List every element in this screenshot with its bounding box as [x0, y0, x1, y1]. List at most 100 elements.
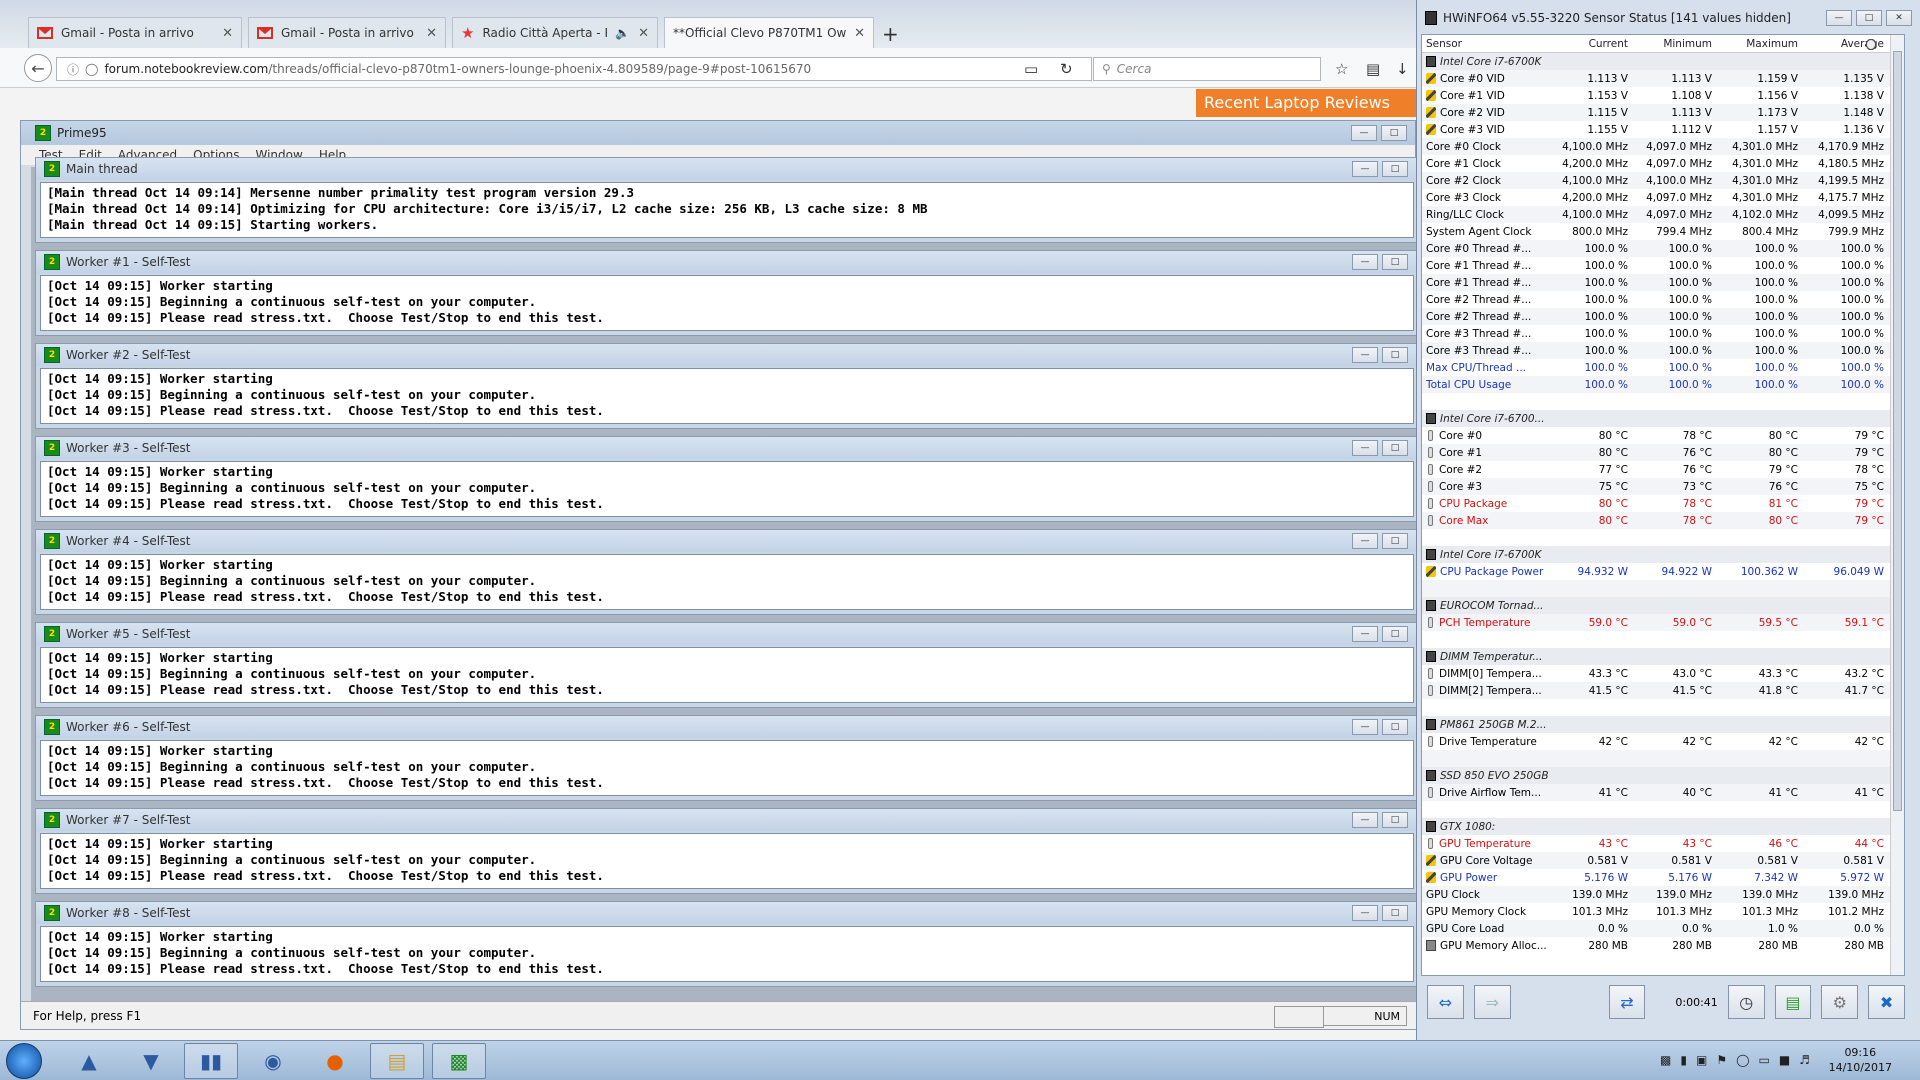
- sensor-row[interactable]: Drive Temperature 42 °C 42 °C 42 °C 42 °C: [1422, 733, 1904, 750]
- sensor-row[interactable]: Core Max 80 °C 78 °C 80 °C 79 °C: [1422, 512, 1904, 529]
- maximize-button[interactable]: □: [1382, 533, 1408, 549]
- sensor-row[interactable]: Core #0 Thread #... 100.0 % 100.0 % 100.0 %…: [1422, 39, 1904, 257]
- minimize-button[interactable]: —: [1352, 905, 1378, 921]
- maximize-button[interactable]: □: [1382, 254, 1408, 270]
- minimize-button[interactable]: —: [1352, 626, 1378, 642]
- bookmark-star-icon[interactable]: ☆: [1335, 60, 1348, 78]
- worker-log[interactable]: [Oct 14 09:15] Worker starting [Oct 14 09…: [40, 554, 1414, 610]
- down-arrow-icon[interactable]: ▼: [124, 1043, 178, 1079]
- minimize-button[interactable]: —: [1352, 812, 1378, 828]
- new-tab-button[interactable]: +: [882, 22, 899, 46]
- sensor-row[interactable]: Core #0 Clock 4,100.0 MHz 4,097.0 MHz 4,301…: [1422, 39, 1904, 155]
- sensor-group-row[interactable]: DIMM Temperatur...: [1422, 648, 1904, 665]
- navigate-disabled-button[interactable]: ⇒: [1473, 985, 1511, 1019]
- tray-volume-icon[interactable]: ♬: [1799, 1053, 1810, 1067]
- sensor-row[interactable]: Core #3 Thread #... 100.0 % 100.0 % 100.0 %…: [1422, 39, 1904, 342]
- sensor-row[interactable]: Core #3 75 °C 73 °C 76 °C 75 °C: [1422, 478, 1904, 495]
- close-tab-icon[interactable]: ✕: [854, 26, 865, 41]
- sensor-row[interactable]: GPU Core Voltage 0.581 V 0.581 V 0.581 V 0.5…: [1422, 852, 1904, 869]
- restore-button[interactable]: □: [1856, 10, 1882, 26]
- library-icon[interactable]: ▤: [1366, 60, 1380, 78]
- tray-flag-icon[interactable]: ⚑: [1716, 1053, 1727, 1067]
- scrollbar-thumb[interactable]: [1893, 51, 1902, 811]
- close-sensors-button[interactable]: ✖: [1868, 985, 1905, 1019]
- sensor-group-row[interactable]: SSD 850 EVO 250GB: [1422, 767, 1904, 784]
- worker-log[interactable]: [Oct 14 09:15] Worker starting [Oct 14 09…: [40, 926, 1414, 982]
- speaker-icon[interactable]: 🔈: [615, 26, 630, 40]
- worker-log[interactable]: [Oct 14 09:15] Worker starting [Oct 14 09…: [40, 275, 1414, 331]
- tray-display-icon[interactable]: ▭: [1759, 1053, 1770, 1067]
- maximize-button[interactable]: □: [1381, 125, 1407, 141]
- reader-view-icon[interactable]: ▭: [1024, 60, 1038, 78]
- close-button[interactable]: ✕: [1886, 10, 1912, 26]
- explorer-icon[interactable]: ▤: [370, 1043, 424, 1079]
- sensor-row[interactable]: Ring/LLC Clock 4,100.0 MHz 4,097.0 MHz 4,10…: [1422, 39, 1904, 223]
- sensor-row[interactable]: Core #0 80 °C 78 °C 80 °C 79 °C: [1422, 427, 1904, 444]
- minimize-button[interactable]: —: [1352, 254, 1378, 270]
- sensor-group-row[interactable]: Intel Core i7-6700...: [1422, 410, 1904, 427]
- close-tab-icon[interactable]: ✕: [638, 26, 649, 41]
- tray-security-icon[interactable]: ◯: [1736, 1053, 1749, 1067]
- prime95-taskbar-icon[interactable]: ▩: [432, 1043, 486, 1079]
- sensor-row[interactable]: PCH Temperature 59.0 °C 59.0 °C 59.5 °C 59.1…: [1422, 614, 1904, 631]
- tray-prime95-icon[interactable]: ▩: [1660, 1053, 1671, 1067]
- column-header[interactable]: Sensor: [1422, 35, 1550, 52]
- close-tab-icon[interactable]: ✕: [426, 26, 437, 41]
- sensor-row[interactable]: Core #1 Thread #... 100.0 % 100.0 % 100.0 %…: [1422, 39, 1904, 274]
- sensor-row[interactable]: CPU Package 80 °C 78 °C 81 °C 79 °C: [1422, 495, 1904, 512]
- minimize-button[interactable]: —: [1826, 10, 1852, 26]
- tray-app-icon[interactable]: ▣: [1696, 1053, 1707, 1067]
- sensor-row[interactable]: DIMM[2] Tempera... 41.5 °C 41.5 °C 41.8 °C 4…: [1422, 682, 1904, 699]
- minimize-button[interactable]: —: [1352, 719, 1378, 735]
- minimize-button[interactable]: —: [1352, 440, 1378, 456]
- chrome-icon[interactable]: ◉: [246, 1043, 300, 1079]
- sensor-row[interactable]: Drive Airflow Tem... 41 °C 40 °C 41 °C 41 °C: [1422, 784, 1904, 801]
- reload-icon[interactable]: ↻: [1060, 60, 1073, 78]
- sensor-row[interactable]: GPU Core Load 0.0 % 0.0 % 1.0 % 0.0 %: [1422, 39, 1904, 937]
- network-icon[interactable]: ⇄: [1608, 985, 1646, 1019]
- sensor-group-row[interactable]: PM861 250GB M.2...: [1422, 716, 1904, 733]
- sensor-row[interactable]: Total CPU Usage 100.0 % 100.0 % 100.0 % 100.…: [1422, 39, 1904, 393]
- vertical-scrollbar[interactable]: [1890, 35, 1904, 975]
- sensor-group-row[interactable]: EUROCOM Tornad...: [1422, 597, 1904, 614]
- worker-log[interactable]: [Oct 14 09:15] Worker starting [Oct 14 09…: [40, 833, 1414, 889]
- worker-log[interactable]: [Oct 14 09:15] Worker starting [Oct 14 09…: [40, 461, 1414, 517]
- minimize-button[interactable]: —: [1352, 533, 1378, 549]
- sensor-row[interactable]: Core #0 VID 1.113 V 1.113 V 1.159 V 1.135 V: [1422, 70, 1904, 87]
- browser-tab[interactable]: ★ Radio Città Aperta - Radi 🔈 ✕: [452, 17, 658, 48]
- sensor-row[interactable]: GPU Clock 139.0 MHz 139.0 MHz 139.0 MHz 139.…: [1422, 39, 1904, 903]
- up-arrow-icon[interactable]: ▲: [62, 1043, 116, 1079]
- sensor-row[interactable]: Core #1 VID 1.153 V 1.108 V 1.156 V 1.138 V: [1422, 87, 1904, 104]
- sensor-row[interactable]: GPU Memory Alloc... 280 MB 280 MB 280 MB 280…: [1422, 937, 1904, 954]
- sensor-row[interactable]: Core #1 Thread #... 100.0 % 100.0 % 100.0 %…: [1422, 39, 1904, 291]
- browser-tab[interactable]: Gmail - Posta in arrivo ✕: [248, 17, 446, 48]
- maximize-button[interactable]: □: [1382, 812, 1408, 828]
- sensor-row[interactable]: Core #2 Thread #... 100.0 % 100.0 % 100.0 %…: [1422, 39, 1904, 308]
- column-header[interactable]: Maximum: [1716, 35, 1802, 52]
- download-icon[interactable]: ↓: [1396, 60, 1409, 78]
- column-header[interactable]: Minimum: [1632, 35, 1716, 52]
- system-clock[interactable]: 09:16 14/10/2017: [1829, 1045, 1892, 1075]
- worker-log[interactable]: [Oct 14 09:15] Worker starting [Oct 14 09…: [40, 647, 1414, 703]
- minimize-button[interactable]: —: [1352, 347, 1378, 363]
- sensor-row[interactable]: Core #1 Clock 4,200.0 MHz 4,097.0 MHz 4,301…: [1422, 39, 1904, 172]
- log-button[interactable]: ▤: [1774, 985, 1812, 1019]
- minimize-button[interactable]: —: [1352, 161, 1378, 177]
- worker-log[interactable]: [Main thread Oct 14 09:14] Mersenne numb…: [40, 182, 1414, 238]
- worker-log[interactable]: [Oct 14 09:15] Worker starting [Oct 14 09…: [40, 368, 1414, 424]
- sensor-row[interactable]: GPU Memory Clock 101.3 MHz 101.3 MHz 101.3 …: [1422, 39, 1904, 920]
- column-header[interactable]: Current: [1550, 35, 1632, 52]
- sensor-row[interactable]: Core #2 Clock 4,100.0 MHz 4,100.0 MHz 4,301…: [1422, 39, 1904, 189]
- sensor-row[interactable]: GPU Temperature 43 °C 43 °C 46 °C 44 °C: [1422, 835, 1904, 852]
- settings-gear-icon[interactable]: ⚙: [1821, 985, 1859, 1019]
- firefox-icon[interactable]: ●: [308, 1043, 362, 1079]
- close-tab-icon[interactable]: ✕: [222, 26, 233, 41]
- sensor-row[interactable]: Core #3 VID 1.155 V 1.112 V 1.157 V 1.136 V: [1422, 121, 1904, 138]
- sensor-row[interactable]: DIMM[0] Tempera... 43.3 °C 43.0 °C 43.3 °C 4…: [1422, 665, 1904, 682]
- tray-hwinfo-icon[interactable]: ▮: [1680, 1053, 1687, 1067]
- sensor-row[interactable]: Core #2 77 °C 76 °C 79 °C 78 °C: [1422, 461, 1904, 478]
- maximize-button[interactable]: □: [1382, 905, 1408, 921]
- worker-log[interactable]: [Oct 14 09:15] Worker starting [Oct 14 09…: [40, 740, 1414, 796]
- sensor-row[interactable]: Core #2 Thread #... 100.0 % 100.0 % 100.0 %…: [1422, 39, 1904, 325]
- start-button[interactable]: [6, 1043, 42, 1079]
